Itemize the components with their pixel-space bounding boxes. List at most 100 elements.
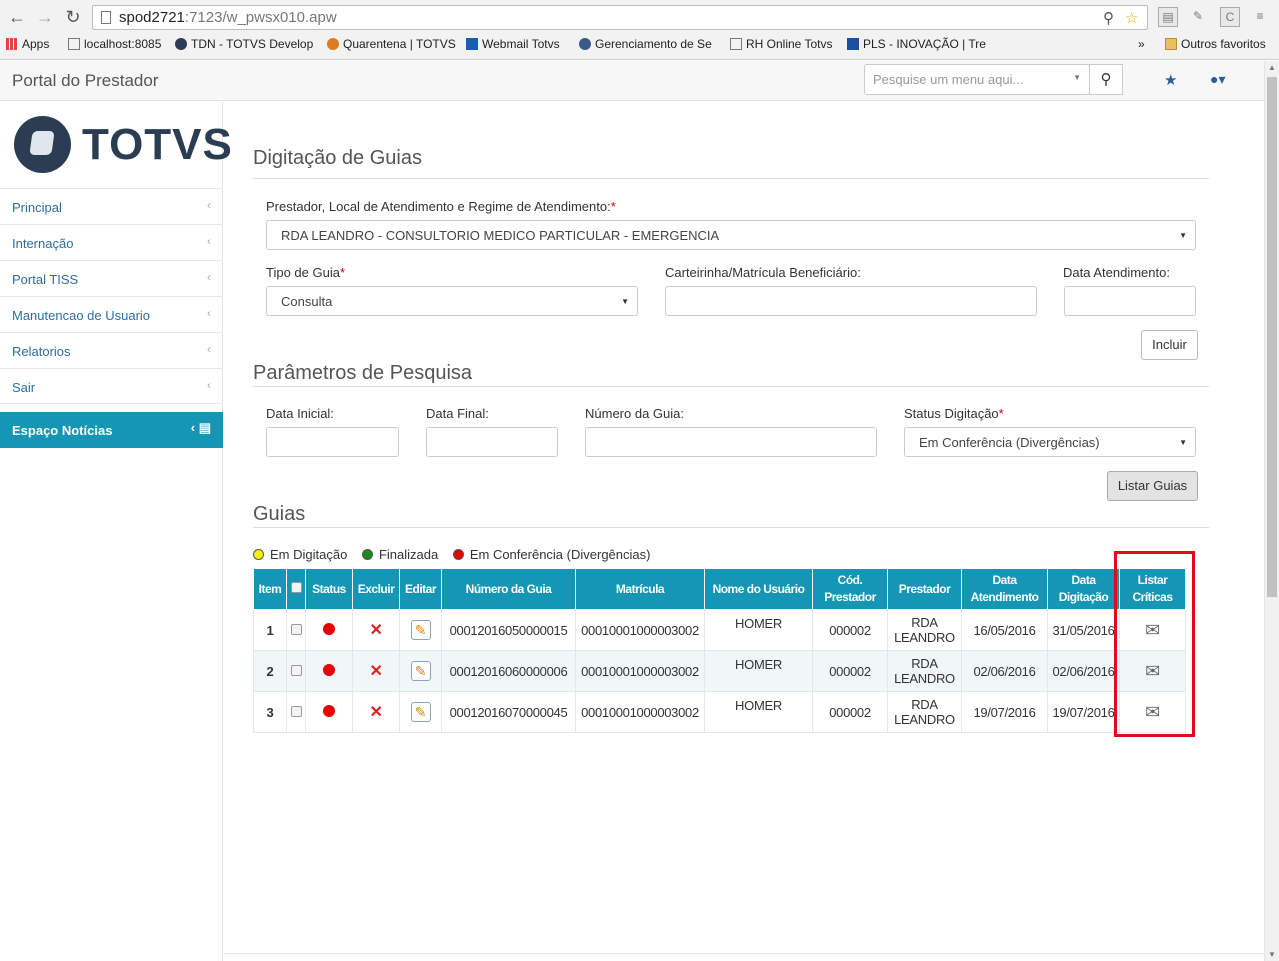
portal-title[interactable]: Portal do Prestador xyxy=(12,71,158,91)
forward-icon[interactable]: → xyxy=(34,6,56,28)
user-menu-icon[interactable]: ●▾ xyxy=(1210,71,1225,88)
bookmark-item[interactable]: localhost:8085 xyxy=(68,37,161,51)
page-icon xyxy=(68,38,80,50)
search-button[interactable]: ⚲ xyxy=(1089,64,1123,95)
tipo-guia-select[interactable]: Consulta ▼ xyxy=(266,286,638,316)
apps-icon xyxy=(6,38,18,50)
cell-select[interactable] xyxy=(286,609,306,651)
edit-pencil-icon[interactable]: ✎ xyxy=(410,620,431,640)
zoom-icon[interactable]: ⚲ xyxy=(1103,9,1114,27)
sidebar-item-relatorios[interactable]: Relatorios ‹ xyxy=(0,332,223,368)
sidebar-item-internacao[interactable]: Internação ‹ xyxy=(0,224,223,260)
newspaper-icon: ‹ ▤ xyxy=(190,420,211,435)
status-red-dot-icon xyxy=(323,704,335,717)
sidebar-item-portal-tiss[interactable]: Portal TISS ‹ xyxy=(0,260,223,296)
cell-select[interactable] xyxy=(286,650,306,692)
select-all-checkbox[interactable] xyxy=(290,581,302,593)
cell-matricula: 00010001000003002 xyxy=(575,650,705,692)
data-inicial-input[interactable] xyxy=(266,427,399,457)
sidebar-item-sair[interactable]: Sair ‹ xyxy=(0,368,223,404)
incluir-button[interactable]: Incluir xyxy=(1141,330,1198,360)
bookmark-item[interactable]: TDN - TOTVS Develop xyxy=(175,37,313,51)
cell-cod-prestador: 000002 xyxy=(812,650,888,692)
extension-icon[interactable]: ▤ xyxy=(1158,7,1178,27)
page-bottom-edge xyxy=(224,953,1264,961)
col-cod-prestador[interactable]: Cód. Prestador xyxy=(812,568,888,610)
row-checkbox[interactable] xyxy=(290,664,302,676)
status-digitacao-select[interactable]: Em Conferência (Divergências) ▼ xyxy=(904,427,1196,457)
prestador-select[interactable]: RDA LEANDRO - CONSULTORIO MEDICO PARTICU… xyxy=(266,220,1196,250)
cell-nome-usuario: HOMER xyxy=(704,650,813,692)
highlight-box xyxy=(1114,551,1195,737)
table-row[interactable]: 3 ✕ ✎ 00012016070000045 0001000100000300… xyxy=(253,691,1186,733)
bookmarks-overflow[interactable]: » xyxy=(1138,37,1145,51)
sidebar-item-principal[interactable]: Principal ‹ xyxy=(0,188,223,224)
bookmark-item[interactable]: Webmail Totvs xyxy=(466,37,560,51)
guias-section-title: Guias xyxy=(253,503,306,525)
menu-icon[interactable]: ≡ xyxy=(1250,7,1270,27)
reload-icon[interactable]: ↻ xyxy=(62,6,84,28)
url-text: spod2721:7123/w_pwsx010.apw xyxy=(119,9,337,26)
numero-guia-input[interactable] xyxy=(585,427,877,457)
favorites-star-icon[interactable]: ★ xyxy=(1164,71,1177,89)
cell-excluir[interactable]: ✕ xyxy=(352,691,400,733)
col-select-all[interactable] xyxy=(286,568,306,610)
cell-excluir[interactable]: ✕ xyxy=(352,609,400,651)
cell-editar[interactable]: ✎ xyxy=(399,650,442,692)
delete-x-icon[interactable]: ✕ xyxy=(369,663,382,680)
col-matricula[interactable]: Matrícula xyxy=(575,568,705,610)
cell-numero-guia: 00012016070000045 xyxy=(441,691,576,733)
divider xyxy=(253,178,1209,179)
bookmark-item[interactable]: Gerenciamento de Se xyxy=(579,37,712,51)
legend-item: Finalizada xyxy=(361,547,438,562)
delete-x-icon[interactable]: ✕ xyxy=(369,622,382,639)
delete-x-icon[interactable]: ✕ xyxy=(369,704,382,721)
bookmark-star-icon[interactable]: ☆ xyxy=(1125,9,1138,27)
scroll-up-icon[interactable]: ▲ xyxy=(1268,63,1276,72)
sidebar-item-espaco-noticias[interactable]: Espaço Notícias ‹ ▤ xyxy=(0,412,223,448)
table-row[interactable]: 2 ✕ ✎ 00012016060000006 0001000100000300… xyxy=(253,650,1186,692)
status-red-dot-icon xyxy=(323,663,335,676)
bookmark-item[interactable]: PLS - INOVAÇÃO | Tre xyxy=(847,37,986,51)
bookmark-other[interactable]: Outros favoritos xyxy=(1165,37,1266,51)
row-checkbox[interactable] xyxy=(290,705,302,717)
extension-icon[interactable]: C xyxy=(1220,7,1240,27)
table-row[interactable]: 1 ✕ ✎ 00012016050000015 0001000100000300… xyxy=(253,609,1186,651)
cell-status xyxy=(305,609,353,651)
data-atendimento-input[interactable] xyxy=(1064,286,1196,316)
scroll-down-icon[interactable]: ▼ xyxy=(1268,950,1276,959)
cell-nome-usuario: HOMER xyxy=(704,609,813,651)
col-nome-usuario[interactable]: Nome do Usuário xyxy=(704,568,813,610)
extension-icon[interactable]: ✎ xyxy=(1188,7,1208,27)
bookmark-apps[interactable]: Apps xyxy=(6,37,49,51)
col-excluir[interactable]: Excluir xyxy=(352,568,400,610)
col-prestador[interactable]: Prestador xyxy=(887,568,962,610)
col-data-digitacao[interactable]: Data Digitação xyxy=(1047,568,1120,610)
bookmark-item[interactable]: Quarentena | TOTVS xyxy=(327,37,456,51)
cell-select[interactable] xyxy=(286,691,306,733)
cell-excluir[interactable]: ✕ xyxy=(352,650,400,692)
cell-item: 3 xyxy=(253,691,287,733)
data-final-input[interactable] xyxy=(426,427,558,457)
cell-editar[interactable]: ✎ xyxy=(399,609,442,651)
vertical-scrollbar[interactable]: ▲ ▼ xyxy=(1264,61,1279,961)
row-checkbox[interactable] xyxy=(290,623,302,635)
scrollbar-thumb[interactable] xyxy=(1267,77,1277,597)
edit-pencil-icon[interactable]: ✎ xyxy=(410,661,431,681)
sidebar-item-manutencao[interactable]: Manutencao de Usuario ‹ xyxy=(0,296,223,332)
col-editar[interactable]: Editar xyxy=(399,568,442,610)
address-bar[interactable]: spod2721:7123/w_pwsx010.apw ⚲ ☆ xyxy=(92,5,1148,30)
back-icon[interactable]: ← xyxy=(6,6,28,28)
caret-down-icon: ▼ xyxy=(621,297,629,306)
cell-editar[interactable]: ✎ xyxy=(399,691,442,733)
edit-pencil-icon[interactable]: ✎ xyxy=(410,702,431,722)
bookmark-item[interactable]: RH Online Totvs xyxy=(730,37,832,51)
col-data-atendimento[interactable]: Data Atendimento xyxy=(961,568,1048,610)
menu-search-input[interactable]: Pesquise um menu aqui... ▼ xyxy=(864,64,1090,95)
carteirinha-input[interactable] xyxy=(665,286,1037,316)
col-status[interactable]: Status xyxy=(305,568,353,610)
col-item[interactable]: Item xyxy=(253,568,287,610)
col-numero-guia[interactable]: Número da Guia xyxy=(441,568,576,610)
listar-guias-button[interactable]: Listar Guias xyxy=(1107,471,1198,501)
folder-icon xyxy=(1165,38,1177,50)
